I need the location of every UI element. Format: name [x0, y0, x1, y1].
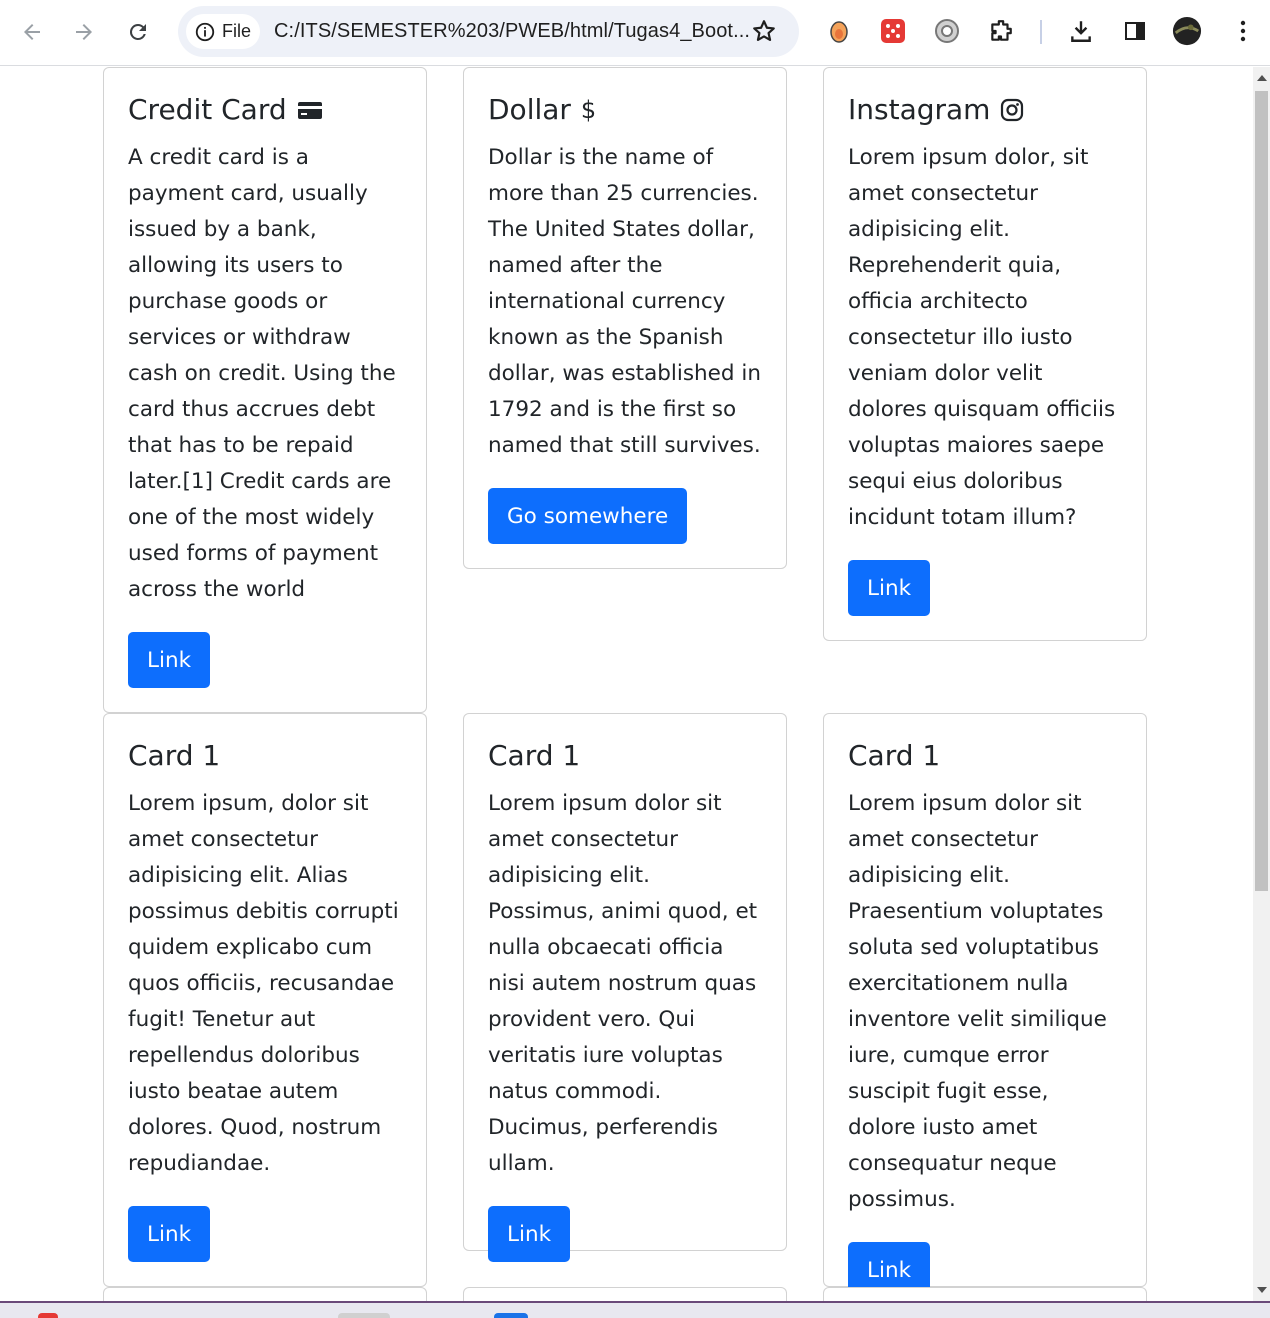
- card-title-text: Instagram: [848, 93, 991, 126]
- back-icon: [24, 24, 40, 40]
- card-1: Card 1 Lorem ipsum, dolor sit amet conse…: [103, 713, 427, 1287]
- menu-icon[interactable]: [1228, 14, 1258, 48]
- star-icon[interactable]: [751, 18, 777, 44]
- side-panel-icon[interactable]: [1120, 14, 1150, 48]
- scroll-up-arrow[interactable]: [1257, 75, 1267, 81]
- card-title-text: Credit Card: [128, 93, 287, 126]
- link-button[interactable]: Link: [128, 1206, 211, 1262]
- card-title-text: Dollar: [488, 93, 571, 126]
- card-text: Lorem ipsum, dolor sit amet consectetur …: [128, 791, 399, 1176]
- card-title-text: Card 1: [488, 739, 581, 772]
- card-title: Dollar $: [488, 92, 762, 128]
- page-viewport: Credit Card A credit card is a payment c…: [0, 67, 1253, 1301]
- card-title: Credit Card: [128, 92, 402, 128]
- card-text: Lorem ipsum dolor, sit amet consectetur …: [848, 145, 1116, 530]
- dollar-icon: $: [580, 96, 597, 124]
- card-text: Lorem ipsum dolor sit amet consectetur a…: [848, 791, 1107, 1212]
- extension-icon[interactable]: [986, 14, 1016, 48]
- link-button[interactable]: Link: [848, 560, 931, 616]
- taskbar-app-icon[interactable]: [494, 1313, 528, 1318]
- url-text[interactable]: C:/ITS/SEMESTER%203/PWEB/html/Tugas4_Boo…: [274, 20, 750, 43]
- link-button[interactable]: Link: [488, 1206, 571, 1262]
- site-info-chip[interactable]: File: [186, 14, 260, 49]
- card-1: Card 1 Lorem ipsum dolor sit amet consec…: [463, 713, 787, 1262]
- address-bar[interactable]: File C:/ITS/SEMESTER%203/PWEB/html/Tugas…: [178, 6, 799, 57]
- taskbar-strip: [0, 1301, 1270, 1318]
- taskbar-app-icon[interactable]: [338, 1313, 390, 1318]
- taskbar-app-icon[interactable]: [38, 1313, 58, 1318]
- card-partial: [103, 1287, 427, 1301]
- card-text: Lorem ipsum dolor sit amet consectetur a…: [488, 791, 758, 1176]
- card-text: A credit card is a payment card, usually…: [128, 145, 396, 602]
- card-title: Card 1: [128, 738, 402, 774]
- card-title: Card 1: [488, 738, 762, 774]
- browser-toolbar: File C:/ITS/SEMESTER%203/PWEB/html/Tugas…: [0, 0, 1270, 66]
- card-partial: [823, 1287, 1147, 1301]
- file-label: File: [222, 21, 252, 41]
- forward-button[interactable]: [64, 12, 104, 52]
- scroll-thumb[interactable]: [1255, 91, 1268, 891]
- card-credit-card: Credit Card A credit card is a payment c…: [103, 67, 427, 713]
- card-title: Card 1: [848, 738, 1122, 774]
- card-title-text: Card 1: [848, 739, 941, 772]
- info-icon: [195, 22, 215, 41]
- card-title-text: Card 1: [128, 739, 221, 772]
- card-text: Dollar is the name of more than 25 curre…: [488, 145, 761, 458]
- download-icon[interactable]: [1066, 14, 1096, 48]
- card-partial: [463, 1287, 787, 1301]
- card-title: Instagram: [848, 92, 1122, 128]
- card-1: Card 1 Lorem ipsum dolor sit amet consec…: [823, 713, 1147, 1298]
- instagram-icon: [1001, 98, 1024, 122]
- card-instagram: Instagram Lorem ipsum dolor, sit amet co…: [823, 67, 1147, 641]
- back-button[interactable]: [12, 12, 52, 52]
- link-button[interactable]: Link: [128, 632, 211, 688]
- forward-icon: [76, 24, 92, 40]
- extension-3-icon[interactable]: [932, 14, 962, 48]
- toolbar-divider: [1040, 20, 1042, 44]
- profile-avatar[interactable]: [1172, 14, 1202, 48]
- go-somewhere-button[interactable]: Go somewhere: [488, 488, 688, 544]
- extension-1-icon[interactable]: [824, 14, 854, 48]
- card-dollar: Dollar $ Dollar is the name of more than…: [463, 67, 787, 569]
- credit-card-icon: [297, 102, 322, 119]
- reload-icon: [129, 23, 146, 40]
- reload-button[interactable]: [118, 12, 158, 52]
- vertical-scrollbar[interactable]: [1253, 67, 1270, 1301]
- scroll-down-arrow[interactable]: [1257, 1287, 1267, 1293]
- extension-2-icon[interactable]: [878, 14, 908, 48]
